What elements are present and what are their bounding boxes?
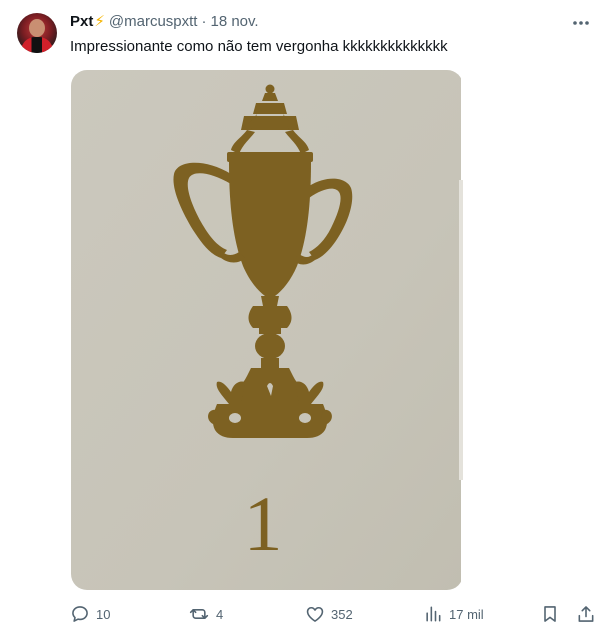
tweet-header: Pxt ⚡ @marcuspxtt · 18 nov. [70,12,259,32]
views-icon [423,604,443,624]
lightning-emoji: ⚡ [94,13,105,30]
separator-dot: · [201,13,207,30]
views-count: 17 mil [449,606,484,622]
reply-button[interactable]: 10 [70,601,110,627]
tweet: Pxt ⚡ @marcuspxtt · 18 nov. Impressionan… [0,0,610,633]
like-count: 352 [331,606,353,622]
repost-icon [188,604,210,624]
reply-count: 10 [96,606,111,622]
tweet-media[interactable]: 1 [71,70,463,590]
user-handle[interactable]: @marcuspxtt [109,12,198,32]
more-icon[interactable] [570,12,592,34]
reply-icon [70,604,90,624]
like-button[interactable]: 352 [305,601,353,627]
bookmark-button[interactable] [540,601,560,627]
views-button[interactable]: 17 mil [423,601,484,627]
avatar[interactable] [17,13,57,53]
action-bar: 10 4 352 17 mil [70,601,600,627]
share-icon [576,604,596,624]
avatar-face [29,19,45,37]
bookmark-icon [540,604,560,624]
avatar-shirt [21,37,53,53]
card-number: 1 [244,480,283,567]
trophy-card-image: 1 [71,70,463,590]
tweet-text: Impressionante como não tem vergonha kkk… [70,38,448,55]
repost-count: 4 [216,606,224,622]
share-button[interactable] [576,601,596,627]
repost-button[interactable]: 4 [188,601,223,627]
display-name[interactable]: Pxt [70,12,93,32]
heart-icon [305,604,325,624]
tweet-date[interactable]: 18 nov. [210,12,258,32]
